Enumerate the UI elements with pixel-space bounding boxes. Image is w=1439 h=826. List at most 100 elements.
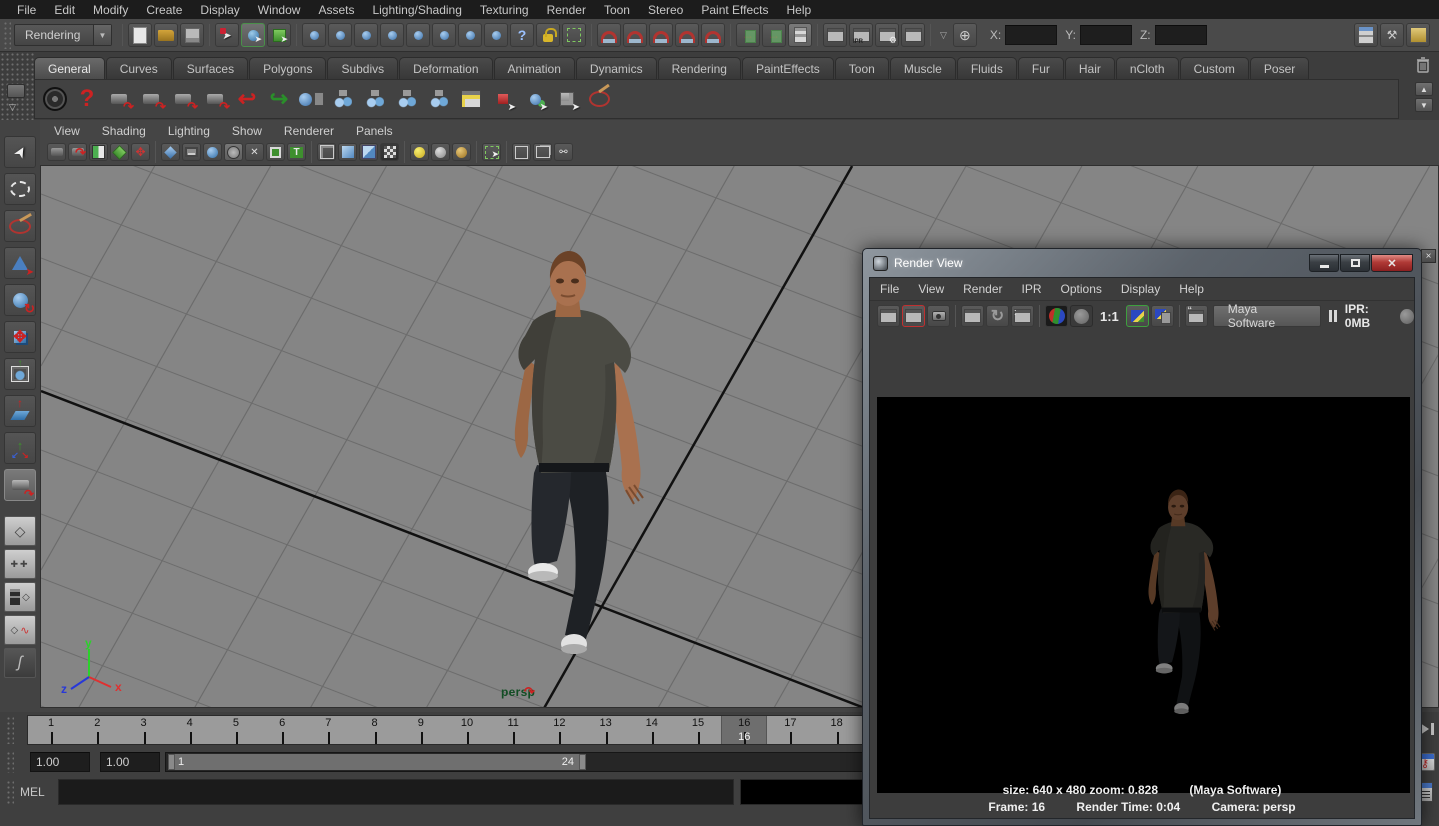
menu-edit[interactable]: Edit	[45, 2, 84, 18]
render-view-titlebar[interactable]: Render View ✕	[867, 251, 1417, 275]
layout-four-icon[interactable]	[4, 549, 36, 579]
attribute-editor-toggle-icon[interactable]	[1354, 23, 1378, 47]
mask-dynamics-icon[interactable]	[432, 23, 456, 47]
snap-grid-icon[interactable]	[597, 23, 621, 47]
film-gate-icon[interactable]	[182, 143, 201, 161]
camera-zoom-icon[interactable]	[200, 84, 230, 114]
layout-single-icon[interactable]	[4, 516, 36, 546]
shelf-tab-hair[interactable]: Hair	[1065, 57, 1115, 79]
menu-create[interactable]: Create	[137, 2, 191, 18]
shelf-tab-fur[interactable]: Fur	[1018, 57, 1064, 79]
playback-start-field[interactable]: 1.00	[100, 752, 160, 772]
shelf-tab-general[interactable]: General	[34, 57, 105, 79]
snapshot-icon[interactable]	[927, 305, 950, 327]
frame-4[interactable]: 4	[167, 716, 213, 745]
menu-set-dropdown[interactable]: Rendering ▼	[14, 24, 112, 46]
select-geometry-icon[interactable]	[520, 84, 550, 114]
image-plane-icon[interactable]	[110, 143, 129, 161]
mask-joints-icon[interactable]	[328, 23, 352, 47]
shelf-tab-curves[interactable]: Curves	[106, 57, 172, 79]
default-material-icon[interactable]	[161, 143, 180, 161]
camera-track-icon[interactable]	[168, 84, 198, 114]
snap-curve-icon[interactable]	[623, 23, 647, 47]
shelf-tab-animation[interactable]: Animation	[494, 57, 575, 79]
character-model[interactable]	[471, 243, 661, 663]
frame-10[interactable]: 10	[444, 716, 490, 745]
render-current-frame-icon[interactable]	[823, 23, 847, 47]
mask-curves-icon[interactable]	[354, 23, 378, 47]
render-settings-icon[interactable]	[875, 23, 899, 47]
field-chart-icon[interactable]	[245, 143, 264, 161]
select-template-icon[interactable]	[488, 84, 518, 114]
panel-menu-view[interactable]: View	[54, 124, 80, 138]
select-camera-icon[interactable]	[47, 143, 66, 161]
menu-paint-effects[interactable]: Paint Effects	[692, 2, 777, 18]
frame-3[interactable]: 3	[120, 716, 166, 745]
all-lighting-icon[interactable]	[452, 143, 471, 161]
frame-11[interactable]: 11	[490, 716, 536, 745]
construction-history-icon[interactable]	[788, 23, 812, 47]
tool-settings-toggle-icon[interactable]	[1380, 23, 1404, 47]
panel-menu-lighting[interactable]: Lighting	[168, 124, 210, 138]
mask-surfaces-icon[interactable]	[380, 23, 404, 47]
gate-mask-icon[interactable]	[224, 143, 243, 161]
keep-image-icon[interactable]	[1126, 305, 1149, 327]
textured-shade-icon[interactable]	[359, 143, 378, 161]
safe-action-icon[interactable]	[266, 143, 285, 161]
render-view-window[interactable]: Render View ✕ FileViewRenderIPROptionsDi…	[862, 248, 1422, 826]
default-lighting-icon[interactable]	[410, 143, 429, 161]
menu-stereo[interactable]: Stereo	[639, 2, 692, 18]
shelf-tab-polygons[interactable]: Polygons	[249, 57, 326, 79]
menu-assets[interactable]: Assets	[309, 2, 363, 18]
panel-menu-renderer[interactable]: Renderer	[284, 124, 334, 138]
frame-17[interactable]: 17	[767, 716, 813, 745]
move-tool-icon[interactable]	[4, 247, 36, 279]
frame-14[interactable]: 14	[629, 716, 675, 745]
hypergraph-panel-icon[interactable]	[456, 84, 486, 114]
scene-film-icon[interactable]	[40, 84, 70, 114]
shelf-tab-painteffects[interactable]: PaintEffects	[742, 57, 834, 79]
shelf-tab-rendering[interactable]: Rendering	[658, 57, 741, 79]
delete-object-icon[interactable]	[296, 84, 326, 114]
snap-projected-center-icon[interactable]	[675, 23, 699, 47]
highlight-selection-icon[interactable]	[562, 23, 586, 47]
layout-dragon-icon[interactable]	[4, 648, 36, 678]
shelf-tab-subdivs[interactable]: Subdivs	[327, 57, 398, 79]
lasso-tool-icon[interactable]	[4, 173, 36, 205]
renderer-select-button[interactable]: Maya Software	[1213, 305, 1321, 327]
joint-tool-icon[interactable]	[328, 84, 358, 114]
chevron-down-icon[interactable]: ▽	[940, 30, 947, 41]
isolate-select-icon[interactable]	[482, 143, 501, 161]
channel-box-toggle-icon[interactable]	[1406, 23, 1430, 47]
hypershade-render-icon[interactable]	[901, 23, 925, 47]
reroot-joint-icon[interactable]	[424, 84, 454, 114]
universal-manipulator-icon[interactable]	[4, 358, 36, 390]
shelf-tab-surfaces[interactable]: Surfaces	[173, 57, 248, 79]
mel-command-input[interactable]	[58, 779, 734, 805]
frame-5[interactable]: 5	[213, 716, 259, 745]
camera-attributes-icon[interactable]	[68, 143, 87, 161]
render-region-icon[interactable]	[902, 305, 925, 327]
new-scene-icon[interactable]	[128, 23, 152, 47]
animation-start-field[interactable]: 1.00	[30, 752, 90, 772]
trash-icon[interactable]	[1415, 56, 1431, 74]
xray-icon[interactable]	[533, 143, 552, 161]
frame-2[interactable]: 2	[74, 716, 120, 745]
menu-display[interactable]: Display	[191, 2, 248, 18]
shelf-menu-arrow-icon[interactable]: ▽	[9, 102, 16, 113]
mask-handles-icon[interactable]	[302, 23, 326, 47]
camera-dolly-icon[interactable]	[136, 84, 166, 114]
output-from-selected-icon[interactable]	[762, 23, 786, 47]
redo-ipr-region-icon[interactable]	[1011, 305, 1034, 327]
minimize-button[interactable]	[1309, 254, 1339, 272]
snap-view-plane-icon[interactable]	[701, 23, 725, 47]
playback-range-bar[interactable]: 1 24	[168, 754, 586, 770]
frame-12[interactable]: 12	[536, 716, 582, 745]
bookmarks-icon[interactable]	[89, 143, 108, 161]
mel-label[interactable]: MEL	[20, 785, 45, 799]
shelf-tab-custom[interactable]: Custom	[1180, 57, 1249, 79]
rendered-image[interactable]	[877, 397, 1410, 793]
select-component-icon[interactable]	[267, 23, 291, 47]
redo-arrow-icon[interactable]	[264, 84, 294, 114]
shelf-tab-deformation[interactable]: Deformation	[399, 57, 492, 79]
